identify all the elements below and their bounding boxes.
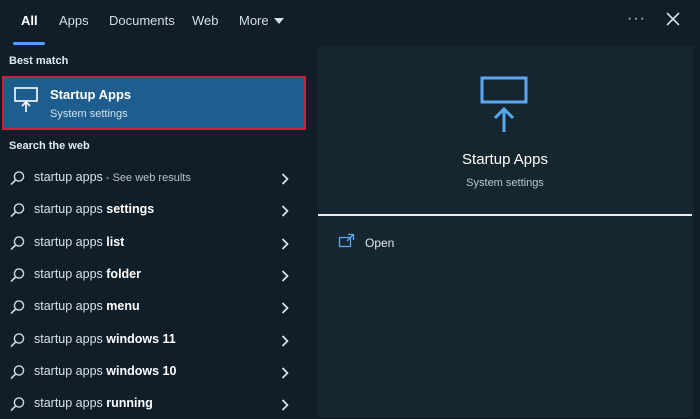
open-action[interactable]: Open: [338, 232, 538, 256]
results-panel: Best match Startup Apps System settings …: [0, 46, 312, 417]
query-prefix: startup apps: [34, 299, 107, 314]
web-result-item[interactable]: startup apps settings: [0, 195, 306, 225]
preview-title: Startup Apps: [462, 151, 548, 168]
query-prefix: startup apps: [34, 331, 107, 346]
chevron-right-icon: [281, 173, 289, 185]
chevron-right-icon: [281, 302, 289, 314]
chevron-right-icon: [281, 237, 289, 250]
query-prefix: startup apps: [34, 234, 107, 249]
query-suggestion: running: [106, 396, 153, 411]
web-result-text: startup apps running: [34, 396, 153, 410]
chevron-right-icon: [281, 334, 289, 347]
query-prefix: startup apps: [34, 266, 107, 281]
active-tab-indicator: [13, 42, 45, 45]
search-icon: [10, 268, 25, 283]
close-icon[interactable]: [662, 8, 684, 30]
query-suggestion: list: [106, 234, 125, 249]
query-prefix: startup apps: [34, 202, 107, 217]
search-web-heading: Search the web: [9, 140, 90, 152]
search-icon: [10, 364, 25, 379]
web-result-text: startup apps folder: [34, 267, 141, 281]
tab-all[interactable]: All: [21, 13, 38, 28]
monitor-arrow-icon: [480, 76, 528, 132]
query-suggestion: menu: [106, 299, 140, 314]
best-match-subtitle: System settings: [50, 108, 128, 120]
query-suggestion: windows 10: [106, 363, 177, 378]
query-prefix: startup apps: [34, 396, 107, 411]
ellipsis-icon[interactable]: ···: [627, 10, 646, 28]
query-suggestion: folder: [106, 266, 141, 281]
web-result-text: startup apps menu: [34, 299, 140, 313]
web-result-item[interactable]: startup apps windows 10: [0, 357, 306, 387]
web-result-item[interactable]: startup apps running: [0, 389, 306, 419]
tab-apps[interactable]: Apps: [59, 13, 89, 28]
search-top-bar: All Apps Documents Web More ···: [0, 0, 700, 46]
search-icon: [10, 397, 25, 412]
web-result-text: startup apps windows 10: [34, 364, 176, 378]
web-result-text: startup apps - See web results: [34, 170, 191, 184]
chevron-right-icon: [281, 270, 289, 282]
web-result-item[interactable]: startup apps folder: [0, 260, 306, 290]
caret-down-icon: [273, 17, 284, 24]
query-suggestion: windows 11: [106, 331, 176, 346]
web-result-item[interactable]: startup apps menu: [0, 292, 306, 322]
chevron-right-icon: [281, 399, 289, 411]
search-icon: [10, 235, 25, 250]
web-result-item[interactable]: startup apps windows 11: [0, 325, 306, 355]
web-result-item[interactable]: startup apps list: [0, 228, 306, 258]
chevron-right-icon: [281, 367, 289, 379]
open-window-icon: [338, 233, 355, 248]
best-match-heading: Best match: [9, 55, 69, 67]
web-result-item[interactable]: startup apps - See web results: [0, 163, 306, 193]
monitor-arrow-icon: [14, 87, 38, 112]
tab-documents[interactable]: Documents: [109, 13, 175, 28]
open-action-label: Open: [365, 236, 395, 250]
query-prefix: startup apps: [34, 363, 107, 378]
preview-panel: Startup Apps System settings Open: [318, 46, 694, 417]
query-suggestion: settings: [106, 202, 155, 217]
search-icon: [10, 203, 25, 218]
web-result-text: startup apps windows 11: [34, 332, 176, 346]
preview-subtitle: System settings: [466, 177, 544, 189]
tab-more[interactable]: More: [239, 13, 284, 28]
preview-divider: [318, 214, 692, 216]
best-match-title: Startup Apps: [50, 87, 132, 102]
search-icon: [10, 332, 25, 347]
tab-web[interactable]: Web: [192, 13, 219, 28]
best-match-result[interactable]: Startup Apps System settings: [2, 76, 306, 130]
query-prefix: startup apps: [34, 170, 103, 184]
web-result-text: startup apps list: [34, 235, 124, 249]
search-icon: [10, 171, 25, 186]
see-web-results-hint: - See web results: [102, 172, 191, 184]
web-result-text: startup apps settings: [34, 202, 154, 216]
tab-more-label: More: [239, 13, 269, 28]
chevron-right-icon: [281, 205, 289, 217]
search-icon: [10, 300, 25, 315]
